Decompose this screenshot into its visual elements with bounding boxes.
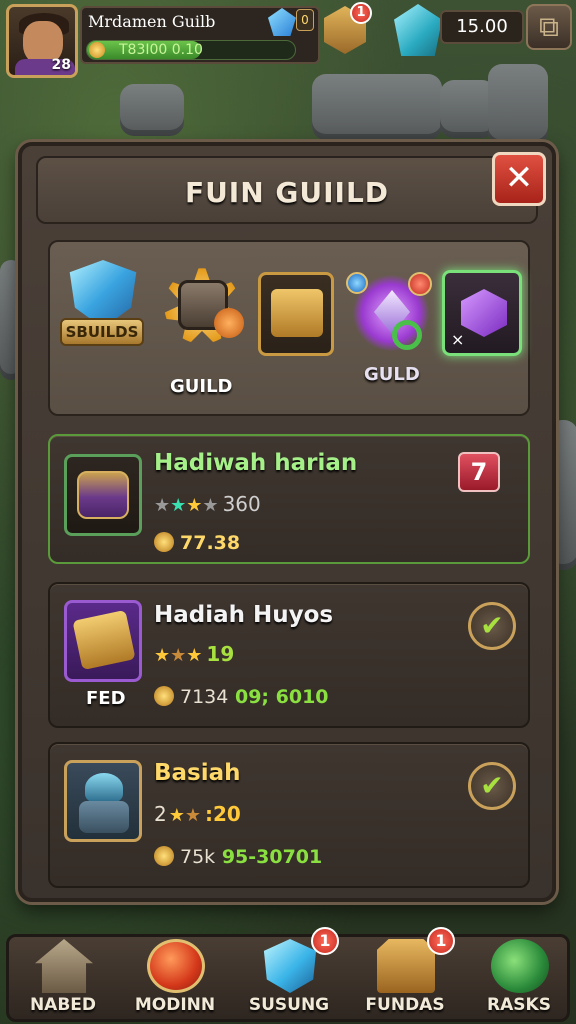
nav-label: SUSUNG	[248, 995, 330, 1015]
nav-label: NABED	[29, 995, 97, 1015]
tab-sbuilds[interactable]: SBUILDS	[60, 260, 150, 356]
nav-badge: 1	[311, 927, 339, 955]
crystal-icon	[263, 939, 317, 993]
reward-stars: 2 ★★:20	[154, 802, 241, 826]
player-avatar[interactable]: 28	[6, 4, 78, 78]
nav-fundas[interactable]: 1 FUNDAS	[351, 927, 459, 1021]
robot-icon[interactable]	[64, 760, 142, 842]
orb-icon	[491, 939, 549, 993]
gold-block-icon[interactable]	[64, 600, 142, 682]
purple-cube-icon: ×	[442, 270, 522, 356]
crate-icon	[377, 939, 435, 993]
player-name: Mrdamen Guilb	[88, 12, 216, 31]
background-rock	[120, 84, 184, 136]
claim-button[interactable]: 7	[458, 452, 500, 492]
orange-orb-icon	[214, 308, 244, 338]
tab-purple-cube[interactable]: ×	[442, 270, 526, 360]
cube-mark: ×	[451, 330, 465, 349]
blue-orb-icon	[346, 272, 368, 294]
xp-bar: T83I00 0.10	[86, 40, 296, 60]
small-count-badge: 0	[296, 9, 314, 31]
reward-stars: ★★★ 19	[154, 642, 235, 666]
puzzle-icon[interactable]: ⧉	[526, 4, 572, 50]
gold-notification-badge: 1	[350, 2, 372, 24]
tab-guild-label: GUILD	[170, 376, 233, 397]
reward-row-daily: Hadiwah harian ★★★★ 360 77.38 7	[48, 434, 530, 564]
reward-row-huyos: FED Hadiah Huyos ★★★ 19 7134 09; 6010 ✔	[48, 582, 530, 728]
reward-coins-value: 95-30701	[221, 846, 323, 868]
coin-icon	[154, 846, 174, 866]
reward-coins-value: 09; 6010	[234, 686, 329, 708]
player-level: 28	[51, 57, 71, 73]
house-icon	[35, 939, 93, 993]
magic-ring-icon	[346, 268, 436, 358]
green-ring-icon	[392, 320, 422, 350]
panel-title-bar: FUIN GUIILD	[36, 156, 538, 224]
gold-box-icon	[258, 272, 334, 356]
top-hud: 28 Mrdamen Guilb T83I00 0.10 0 1 15.00 ⧉	[0, 0, 576, 80]
xp-text: T83I00 0.10	[119, 42, 203, 58]
fruit-icon	[147, 939, 205, 993]
gem-currency-icon	[394, 4, 442, 56]
red-orb-icon	[408, 272, 432, 296]
tab-guld-label: GULD	[364, 364, 420, 385]
reward-stars-value: 360	[222, 492, 261, 516]
tab-guild[interactable]: GUILD	[154, 258, 254, 408]
nav-susung[interactable]: 1 SUSUNG	[235, 927, 343, 1021]
guild-tabs: SBUILDS GUILD GULD ×	[48, 240, 530, 416]
reward-title: Basiah	[154, 760, 241, 786]
tab-gold-box[interactable]	[258, 272, 338, 362]
tab-sbuilds-label: SBUILDS	[60, 318, 144, 346]
reward-coins: 7134 09; 6010	[154, 686, 329, 708]
reward-coins-value: 77.38	[180, 532, 241, 554]
reward-stars-value: :20	[205, 802, 241, 826]
nav-nabed[interactable]: NABED	[9, 937, 117, 1021]
nav-badge: 1	[427, 927, 455, 955]
reward-stars: ★★★★ 360	[154, 492, 261, 516]
nav-label: RASKS	[487, 995, 551, 1015]
claimed-check-button[interactable]: ✔	[468, 602, 516, 650]
reward-coins-prefix: 75k	[180, 846, 216, 868]
nav-label: FUNDAS	[365, 995, 445, 1015]
nav-rasks[interactable]: RASKS	[465, 937, 573, 1021]
reward-coins: 77.38	[154, 532, 240, 554]
guild-panel: FUIN GUIILD ✕ SBUILDS GUILD GULD × Hadiw…	[18, 142, 556, 902]
reward-title: Hadiwah harian	[154, 450, 358, 476]
purple-chest-icon[interactable]	[64, 454, 142, 536]
nav-label: MODINN	[134, 995, 216, 1015]
coin-icon	[154, 532, 174, 552]
background-rock	[312, 74, 442, 140]
reward-stars-value: 19	[206, 642, 235, 666]
gem-count: 15.00	[440, 10, 524, 44]
reward-sub-label: FED	[86, 688, 126, 709]
reward-stars-prefix: 2	[154, 802, 167, 826]
tab-guld[interactable]: GULD	[346, 268, 442, 408]
claimed-check-button[interactable]: ✔	[468, 762, 516, 810]
reward-title: Hadiah Huyos	[154, 602, 334, 628]
reward-row-basiah: Basiah 2 ★★:20 75k 95-30701 ✔	[48, 742, 530, 888]
coin-icon	[89, 42, 105, 58]
reward-coins-prefix: 7134	[180, 686, 229, 708]
bottom-nav: NABED MODINN 1 SUSUNG 1 FUNDAS RASKS	[6, 927, 573, 1022]
nav-modinn[interactable]: MODINN	[121, 937, 229, 1021]
close-button[interactable]: ✕	[492, 152, 546, 206]
reward-coins: 75k 95-30701	[154, 846, 322, 868]
panel-title: FUIN GUIILD	[184, 176, 390, 209]
coin-icon	[154, 686, 174, 706]
